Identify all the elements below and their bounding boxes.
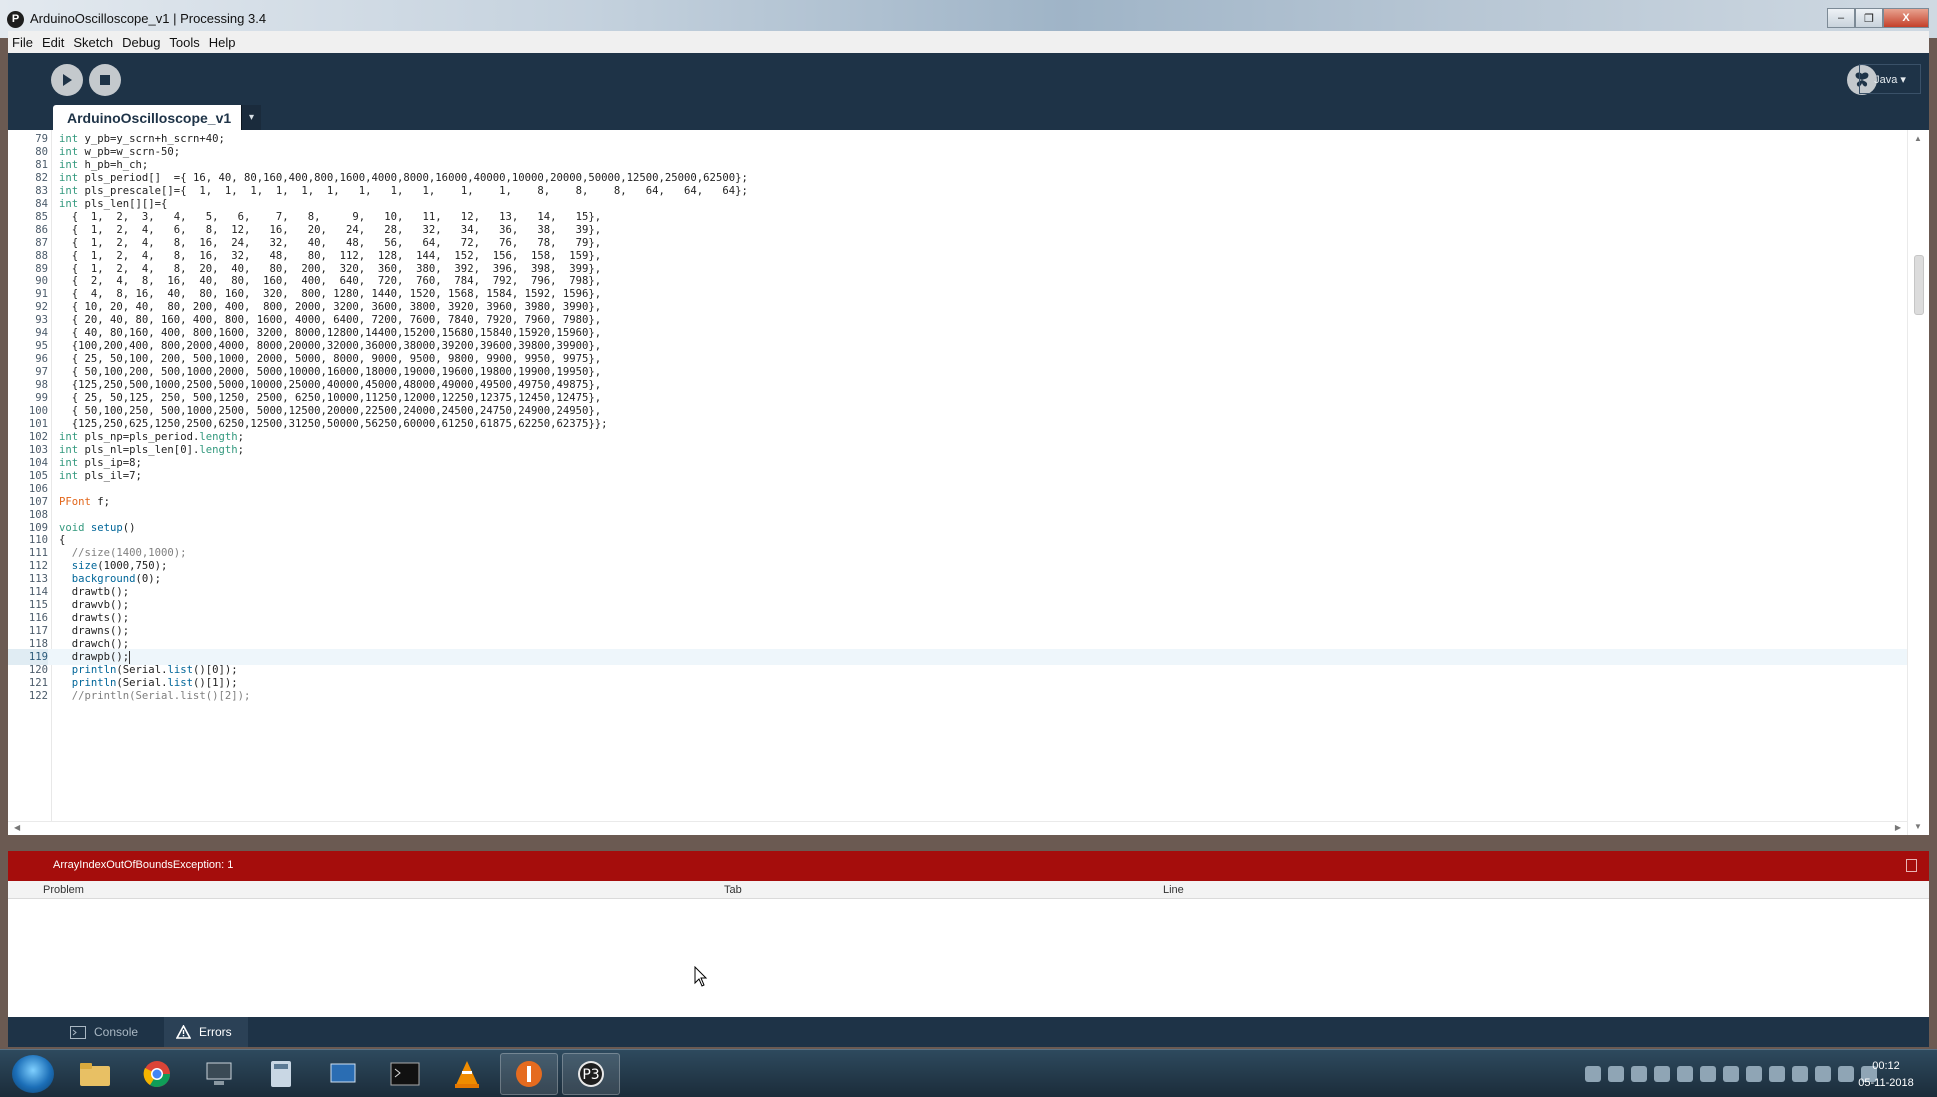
console-label: Console <box>94 1025 139 1039</box>
scroll-up-icon[interactable]: ▲ <box>1914 134 1922 143</box>
processing-app-icon: P <box>7 11 24 28</box>
processing-taskbar-icon[interactable]: P3 <box>562 1053 620 1095</box>
app-window: P ArduinoOscilloscope_v1 | Processing 3.… <box>0 0 1937 1097</box>
clock-time: 00:12 <box>1872 1060 1900 1072</box>
scroll-right-icon[interactable]: ▶ <box>1895 823 1901 832</box>
system-tray <box>1578 1060 1877 1088</box>
tab-errors[interactable]: Errors <box>164 1017 248 1047</box>
run-button[interactable] <box>51 64 83 96</box>
error-bar: ArrayIndexOutOfBoundsException: 1 <box>8 851 1929 881</box>
menu-tools[interactable]: Tools <box>169 35 199 50</box>
restore-button[interactable]: ❐ <box>1855 8 1883 28</box>
tray-icon-7[interactable] <box>1723 1066 1739 1082</box>
tab-console[interactable]: Console <box>58 1017 154 1047</box>
minimize-button[interactable]: – <box>1827 8 1855 28</box>
console-icon <box>70 1025 86 1039</box>
errors-label: Errors <box>199 1025 232 1039</box>
remote-desktop-taskbar-icon[interactable] <box>314 1053 372 1095</box>
tray-icon-11[interactable] <box>1815 1066 1831 1082</box>
code-line[interactable]: 122 //println(Serial.list()[2]); <box>8 688 1908 704</box>
tray-icon-3[interactable] <box>1631 1066 1647 1082</box>
console-footer: Console Errors <box>8 1017 1929 1047</box>
tray-icon-5[interactable] <box>1677 1066 1693 1082</box>
scroll-thumb[interactable] <box>1914 255 1924 315</box>
tray-icon-10[interactable] <box>1792 1066 1808 1082</box>
code-editor[interactable]: 79 int y_pb=y_scrn+h_scrn+40; 80 int w_pb=w… <box>8 130 1929 835</box>
ide-taskbar-icon[interactable] <box>500 1053 558 1095</box>
svg-text:P3: P3 <box>582 1067 599 1083</box>
tab-menu-button[interactable]: ▾ <box>241 105 261 130</box>
error-message: ArrayIndexOutOfBoundsException: 1 <box>53 859 234 871</box>
computer-taskbar-icon[interactable] <box>190 1053 248 1095</box>
tray-icon-9[interactable] <box>1769 1066 1785 1082</box>
problems-panel: Problem Tab Line <box>8 881 1929 1017</box>
chrome-taskbar-icon[interactable] <box>128 1053 186 1095</box>
tray-icon-2[interactable] <box>1608 1066 1624 1082</box>
line-number: 122 <box>28 689 48 702</box>
menu-sketch[interactable]: Sketch <box>73 35 113 50</box>
window-controls: – ❐ X <box>1827 8 1929 28</box>
tray-icon-8[interactable] <box>1746 1066 1762 1082</box>
mode-selector[interactable]: Java ▾ <box>1859 64 1921 94</box>
column-line[interactable]: Line <box>1163 884 1184 896</box>
warning-icon <box>176 1025 191 1039</box>
calculator-taskbar-icon[interactable] <box>252 1053 310 1095</box>
menu-edit[interactable]: Edit <box>42 35 64 50</box>
tray-icon-6[interactable] <box>1700 1066 1716 1082</box>
tray-icon-4[interactable] <box>1654 1066 1670 1082</box>
window-title: ArduinoOscilloscope_v1 | Processing 3.4 <box>30 11 267 26</box>
tray-icon-1[interactable] <box>1585 1066 1601 1082</box>
column-problem[interactable]: Problem <box>43 884 84 896</box>
play-icon <box>63 74 72 86</box>
menu-bar: File Edit Sketch Debug Tools Help <box>8 31 1929 53</box>
code-lines[interactable]: 79 int y_pb=y_scrn+h_scrn+40; 80 int w_pb=w… <box>8 130 1908 835</box>
taskbar: P3 00:12 05-11-2018 <box>0 1049 1937 1097</box>
tab-sketch[interactable]: ArduinoOscilloscope_v1 <box>53 105 252 130</box>
vertical-scrollbar[interactable]: ▲ ▼ <box>1907 130 1929 835</box>
column-tab[interactable]: Tab <box>724 884 742 896</box>
scroll-left-icon[interactable]: ◀ <box>14 823 20 832</box>
terminal-taskbar-icon[interactable] <box>376 1053 434 1095</box>
explorer-taskbar-icon[interactable] <box>66 1053 124 1095</box>
code-text[interactable]: //println(Serial.list()[2]); <box>59 688 251 704</box>
copy-icon[interactable] <box>1906 859 1917 872</box>
stop-icon <box>100 75 110 85</box>
horizontal-scrollbar[interactable]: ◀ ▶ <box>8 821 1907 835</box>
vlc-taskbar-icon[interactable] <box>438 1053 496 1095</box>
stop-button[interactable] <box>89 64 121 96</box>
clock-date: 05-11-2018 <box>1858 1077 1914 1089</box>
menu-file[interactable]: File <box>12 35 33 50</box>
start-button[interactable] <box>12 1055 54 1093</box>
toolbar: Java ▾ ArduinoOscilloscope_v1 ▾ <box>8 53 1929 130</box>
menu-help[interactable]: Help <box>209 35 236 50</box>
close-button[interactable]: X <box>1883 8 1929 28</box>
problems-header: Problem Tab Line <box>8 881 1929 899</box>
taskbar-clock[interactable]: 00:12 05-11-2018 <box>1851 1058 1921 1092</box>
scroll-down-icon[interactable]: ▼ <box>1914 822 1922 831</box>
menu-debug[interactable]: Debug <box>122 35 160 50</box>
mouse-cursor-icon <box>694 966 708 987</box>
